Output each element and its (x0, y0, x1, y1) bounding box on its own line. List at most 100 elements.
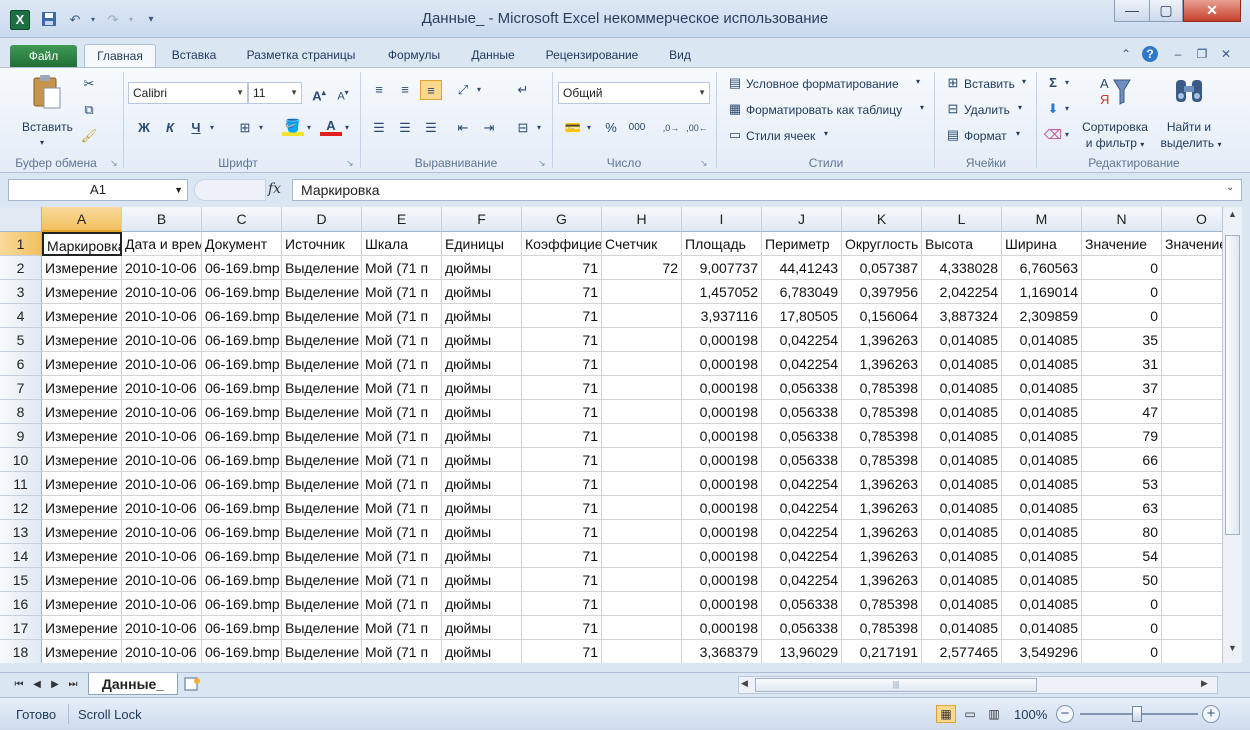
cell[interactable]: Мой (71 п (362, 424, 442, 448)
cell[interactable]: 71 (522, 616, 602, 640)
formula-input[interactable]: Маркировка (292, 179, 1242, 201)
cell[interactable]: 71 (522, 592, 602, 616)
cell[interactable]: 3,887324 (922, 304, 1002, 328)
cell[interactable]: 06-169.bmp (202, 328, 282, 352)
cell[interactable]: 0,785398 (842, 592, 922, 616)
cell[interactable]: 2010-10-06 (122, 592, 202, 616)
cell[interactable] (602, 400, 682, 424)
cell[interactable] (602, 520, 682, 544)
format-as-table-button[interactable]: Форматировать как таблицу (746, 103, 902, 117)
cell[interactable]: Выделение (282, 400, 362, 424)
cell[interactable]: 0,000198 (682, 472, 762, 496)
cell[interactable]: 1,396263 (842, 328, 922, 352)
cell[interactable]: Измерение (42, 496, 122, 520)
delete-cells-icon[interactable]: ⊟ (942, 99, 964, 119)
cell[interactable] (602, 328, 682, 352)
currency-icon[interactable]: 💳 (562, 118, 584, 138)
align-bottom-icon[interactable]: ≡ (420, 80, 442, 100)
cell[interactable]: 12 (1162, 304, 1222, 328)
spreadsheet-grid[interactable]: ABCDEFGHIJKLMNO 1МаркировкаДата и времяД… (0, 207, 1222, 663)
increase-indent-icon[interactable]: ⇥ (478, 118, 500, 138)
cell[interactable]: Измерение (42, 448, 122, 472)
cell[interactable]: Выделение (282, 568, 362, 592)
cell[interactable]: 9,007737 (682, 256, 762, 280)
cut-icon[interactable]: ✂ (78, 74, 100, 94)
cell[interactable]: 0,014085 (922, 352, 1002, 376)
row-header[interactable]: 16 (0, 592, 42, 616)
cell[interactable]: Счетчик (602, 232, 682, 256)
italic-button[interactable]: К (159, 118, 181, 138)
cell[interactable]: дюймы (442, 544, 522, 568)
cell[interactable]: 06-169.bmp (202, 472, 282, 496)
cell[interactable]: Шкала (362, 232, 442, 256)
cell[interactable]: 71 (522, 520, 602, 544)
cell[interactable]: 0,014085 (922, 424, 1002, 448)
cell[interactable]: 3,368379 (682, 640, 762, 663)
cell[interactable]: Округлость (842, 232, 922, 256)
format-cells-icon[interactable]: ▤ (942, 125, 964, 145)
cell[interactable]: Выделение (282, 496, 362, 520)
cell[interactable]: 0,042254 (762, 568, 842, 592)
tab-home[interactable]: Главная (84, 44, 156, 68)
cell[interactable]: 0,000198 (682, 400, 762, 424)
cell[interactable]: Мой (71 п (362, 472, 442, 496)
cell[interactable]: Мой (71 п (362, 304, 442, 328)
row-header[interactable]: 12 (0, 496, 42, 520)
cell[interactable]: 0,014085 (1002, 592, 1082, 616)
cell[interactable]: Измерение (42, 544, 122, 568)
page-layout-view-icon[interactable]: ▭ (960, 705, 980, 723)
cell[interactable] (602, 280, 682, 304)
cell[interactable]: 06-169.bmp (202, 376, 282, 400)
cell[interactable]: 0,014085 (1002, 424, 1082, 448)
cell[interactable]: 0 (1082, 256, 1162, 280)
cell[interactable]: дюймы (442, 352, 522, 376)
fill-color-icon[interactable]: 🪣 (282, 116, 304, 136)
fill-color-dropdown-icon[interactable]: ▾ (304, 118, 314, 138)
bold-button[interactable]: Ж (133, 118, 155, 138)
close-button[interactable]: ✕ (1183, 0, 1241, 22)
zoom-slider-thumb[interactable] (1132, 706, 1142, 722)
column-header[interactable]: O (1162, 207, 1222, 232)
row-header[interactable]: 5 (0, 328, 42, 352)
cell[interactable]: 2010-10-06 (122, 328, 202, 352)
cell[interactable]: Высота (922, 232, 1002, 256)
cell[interactable]: 6 (1162, 280, 1222, 304)
row-header[interactable]: 9 (0, 424, 42, 448)
cell[interactable]: 0,014085 (1002, 352, 1082, 376)
cell[interactable]: 5 (1162, 544, 1222, 568)
cell[interactable]: дюймы (442, 424, 522, 448)
cell[interactable]: Выделение (282, 472, 362, 496)
cell[interactable]: 0,056338 (762, 400, 842, 424)
cell[interactable] (602, 640, 682, 663)
page-break-view-icon[interactable]: ▥ (984, 705, 1004, 723)
cell[interactable]: 8 (1162, 520, 1222, 544)
normal-view-icon[interactable]: ▦ (936, 705, 956, 723)
cell[interactable]: 3 (1162, 352, 1222, 376)
cell[interactable]: 71 (522, 640, 602, 663)
cell[interactable]: 0,056338 (762, 592, 842, 616)
workbook-minimize-icon[interactable]: – (1170, 46, 1186, 62)
fill-dropdown-icon[interactable]: ▾ (1062, 99, 1072, 119)
cell[interactable]: Измерение (42, 568, 122, 592)
formula-bar-resize[interactable] (194, 179, 266, 201)
cell[interactable]: Значение (1162, 232, 1222, 256)
copy-icon[interactable]: ⧉ (78, 100, 100, 120)
cell[interactable]: 0,014085 (922, 400, 1002, 424)
cell[interactable]: 0,014085 (922, 616, 1002, 640)
cell[interactable]: 0,014085 (922, 328, 1002, 352)
cell[interactable]: дюймы (442, 568, 522, 592)
autosum-icon[interactable]: Σ (1042, 73, 1064, 93)
cell[interactable]: 21 (1162, 640, 1222, 663)
as-table-dropdown-icon[interactable]: ▾ (920, 103, 924, 112)
cell[interactable]: 71 (522, 568, 602, 592)
horizontal-scrollbar[interactable]: ◀ ||| ▶ (738, 676, 1218, 694)
paste-icon[interactable] (30, 74, 64, 109)
cell[interactable]: 06-169.bmp (202, 448, 282, 472)
active-cell[interactable]: Маркировка (42, 232, 122, 256)
cell[interactable]: 0,014085 (922, 568, 1002, 592)
cell[interactable]: Измерение (42, 640, 122, 663)
cell[interactable]: 1,396263 (842, 544, 922, 568)
cell[interactable]: 0,785398 (842, 448, 922, 472)
cell[interactable]: Выделение (282, 376, 362, 400)
tab-file[interactable]: Файл (10, 45, 77, 68)
